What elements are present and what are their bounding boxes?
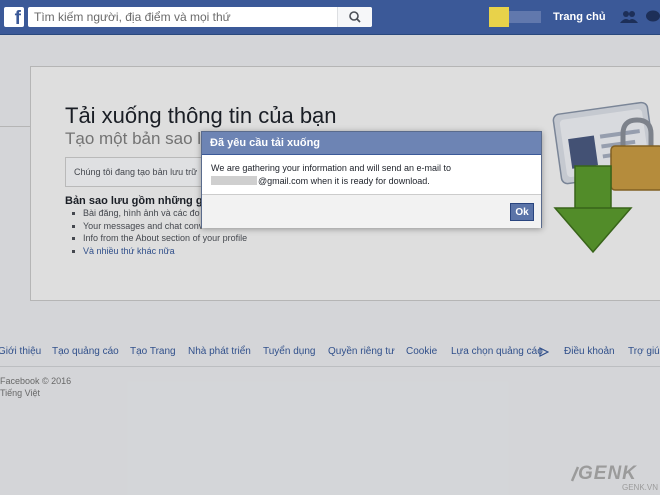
profile-avatar[interactable]	[489, 7, 509, 27]
messages-icon[interactable]	[645, 10, 660, 24]
dialog-title: Đã yêu cầu tải xuống	[210, 137, 321, 149]
dialog-footer: Ok	[202, 194, 541, 228]
friend-requests-icon[interactable]	[620, 10, 638, 24]
top-bar: f Trang chủ	[0, 0, 660, 35]
modal-overlay	[0, 35, 660, 495]
dialog-message-line2-wrap: @gmail.com when it is ready for download…	[211, 175, 531, 188]
search-button[interactable]	[337, 7, 372, 27]
facebook-logo-icon[interactable]: f	[4, 7, 24, 27]
search-box	[28, 7, 372, 27]
ok-button[interactable]: Ok	[510, 203, 534, 221]
dialog-message-line1: We are gathering your information and wi…	[211, 163, 451, 173]
search-icon	[349, 11, 361, 23]
watermark-brand: GENK	[578, 463, 637, 484]
download-requested-dialog: Đã yêu cầu tải xuống We are gathering yo…	[201, 131, 542, 228]
home-link[interactable]: Trang chủ	[553, 11, 606, 23]
profile-name-redacted[interactable]	[509, 11, 541, 23]
dialog-message: We are gathering your information and wi…	[211, 162, 531, 188]
watermark-domain: GENK.VN	[622, 483, 659, 492]
search-input[interactable]	[28, 7, 338, 27]
email-redacted	[211, 176, 257, 185]
dialog-message-line2: @gmail.com when it is ready for download…	[258, 176, 430, 186]
dialog-header: Đã yêu cầu tải xuống	[202, 132, 541, 155]
